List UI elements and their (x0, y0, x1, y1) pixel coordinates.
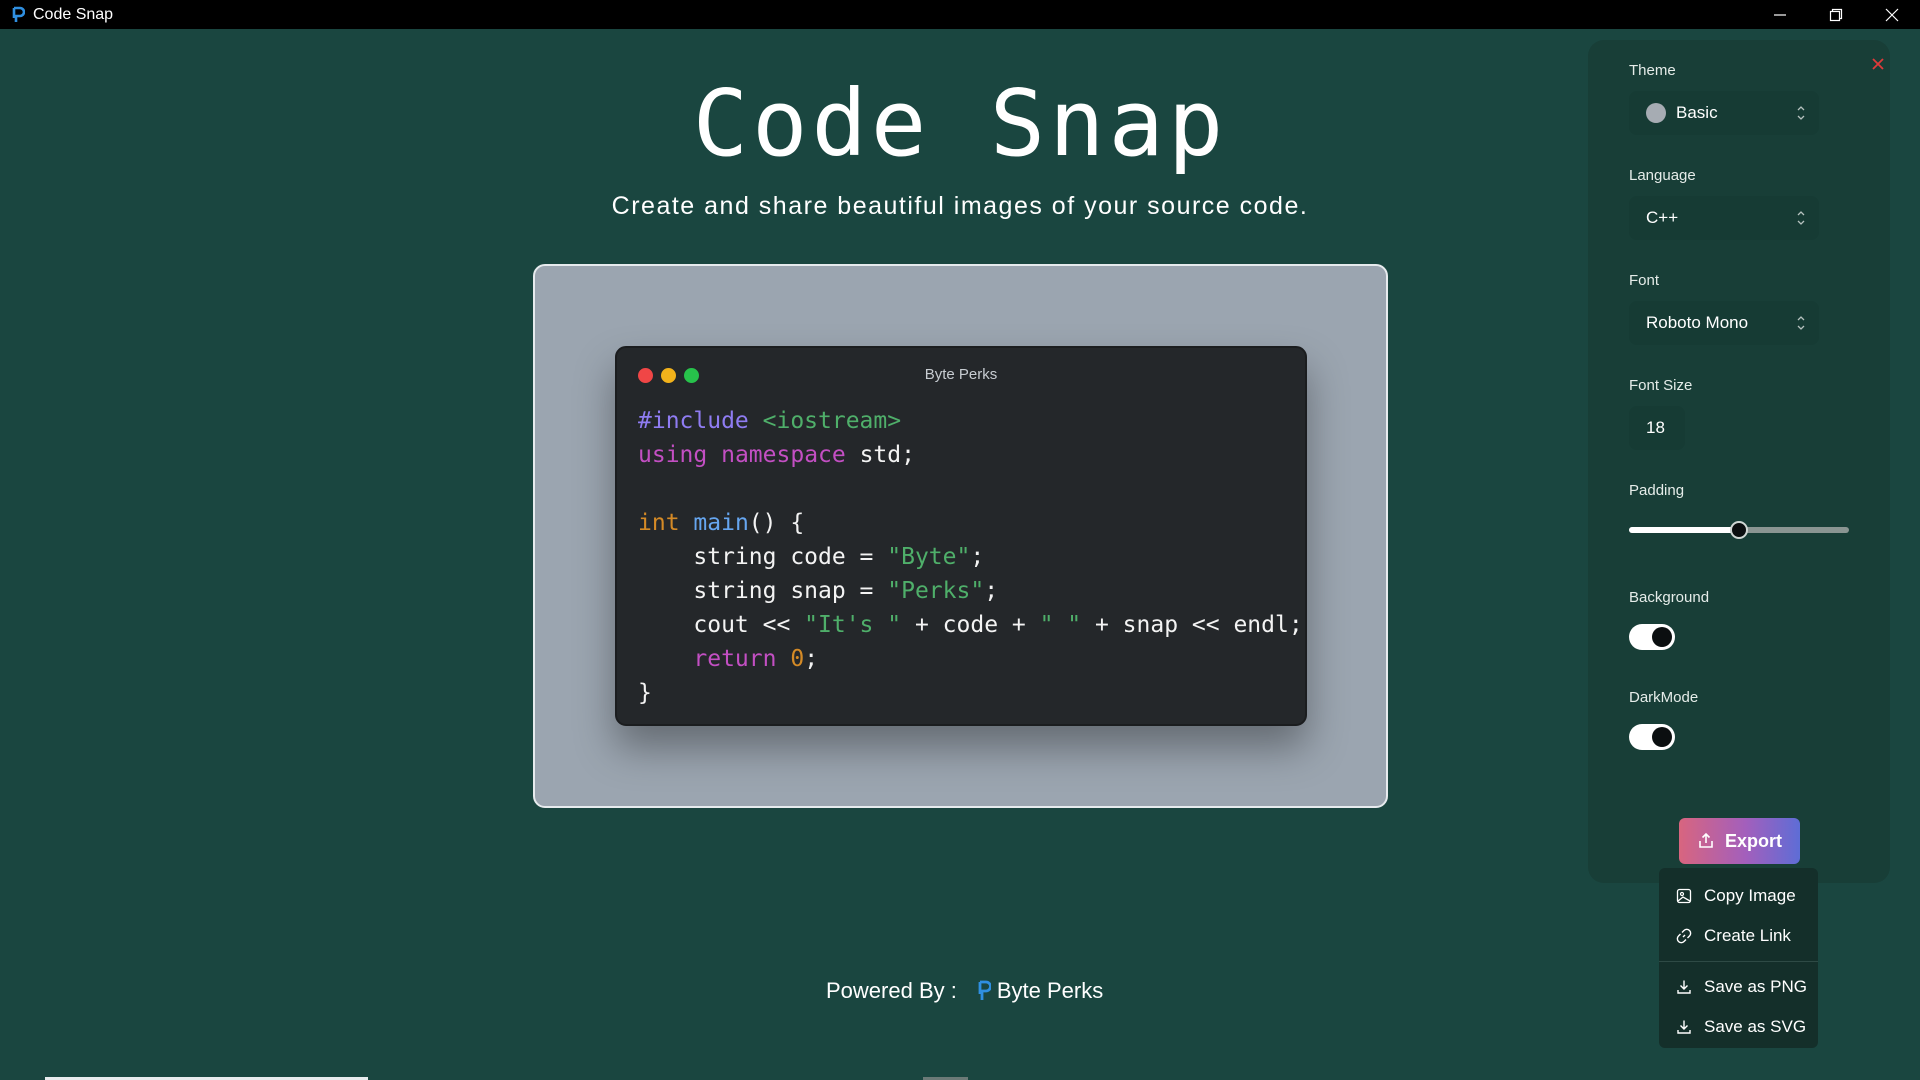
menu-item-label: Create Link (1704, 926, 1791, 945)
preview-canvas: Byte Perks #include <iostream> using name… (533, 264, 1388, 808)
menu-item-save-png[interactable]: Save as PNG (1659, 967, 1818, 1007)
image-icon (1676, 888, 1692, 904)
font-select[interactable]: Roboto Mono (1629, 301, 1819, 345)
restore-icon (1829, 8, 1843, 21)
menu-item-label: Save as PNG (1704, 977, 1807, 996)
code-line: string snap = "Perks"; (638, 574, 1303, 608)
export-label: Export (1724, 830, 1782, 851)
byte-perks-logo-icon (975, 979, 993, 1003)
code-token: " " (1039, 612, 1082, 638)
menu-item-label: Copy Image (1704, 886, 1796, 905)
background-label: Background (1629, 589, 1710, 606)
code-token: std; (845, 442, 915, 468)
language-select[interactable]: C++ (1629, 196, 1819, 240)
code-line: using namespace std; (638, 438, 1303, 472)
language-label: Language (1629, 167, 1696, 184)
code-token: namespace (721, 442, 846, 468)
select-chevron-icon (1797, 211, 1805, 225)
menu-item-create-link[interactable]: Create Link (1659, 916, 1818, 956)
code-token: string snap = (638, 578, 888, 604)
title-bar: Code Snap (0, 0, 1920, 29)
close-icon (1872, 58, 1884, 70)
close-window-button[interactable] (1864, 0, 1920, 29)
code-window-title[interactable]: Byte Perks (617, 366, 1305, 383)
select-chevron-icon (1797, 106, 1805, 120)
code-token: cout << (638, 612, 805, 638)
darkmode-toggle[interactable] (1629, 724, 1675, 750)
menu-item-copy-image[interactable]: Copy Image (1659, 876, 1818, 916)
darkmode-label: DarkMode (1629, 689, 1699, 706)
code-token: ; (804, 646, 819, 672)
padding-slider[interactable] (1629, 521, 1849, 539)
code-token: "Byte" (887, 544, 971, 570)
toggle-knob (1652, 627, 1672, 647)
code-token: "Perks" (887, 578, 985, 604)
code-token: + code + (901, 612, 1040, 638)
code-token: <iostream> (748, 408, 902, 434)
download-icon (1676, 1019, 1692, 1035)
settings-panel: Theme Basic Language C++ Font Roboto Mon… (1588, 40, 1890, 883)
code-token: } (638, 680, 652, 706)
theme-value: Basic (1676, 103, 1718, 122)
minimize-icon (1774, 13, 1786, 16)
font-label: Font (1629, 272, 1660, 289)
link-icon (1676, 928, 1692, 944)
font-size-input[interactable]: 18 (1629, 406, 1685, 450)
code-token: ; (984, 578, 999, 604)
menu-item-save-svg[interactable]: Save as SVG (1659, 1007, 1818, 1047)
code-token: 0 (790, 646, 805, 672)
theme-swatch (1646, 103, 1666, 123)
window-title: Code Snap (33, 5, 114, 23)
code-line: return 0; (638, 642, 1303, 676)
code-token: "It's " (804, 612, 902, 638)
code-token: + snap << endl; (1081, 612, 1303, 638)
powered-by: Powered By : Byte Perks (826, 978, 1103, 1004)
code-line: string code = "Byte"; (638, 540, 1303, 574)
code-window: Byte Perks #include <iostream> using name… (615, 346, 1307, 726)
code-token: using (638, 442, 708, 468)
share-icon (1697, 832, 1715, 850)
download-icon (1676, 979, 1692, 995)
code-line: cout << "It's " + code + " " + snap << e… (638, 608, 1303, 642)
theme-label: Theme (1629, 62, 1676, 79)
padding-slider-handle[interactable] (1730, 521, 1748, 539)
select-chevron-icon (1797, 316, 1805, 330)
font-value: Roboto Mono (1646, 313, 1749, 332)
code-token: #include (638, 408, 749, 434)
minimize-button[interactable] (1752, 0, 1808, 29)
menu-item-label: Save as SVG (1704, 1017, 1807, 1036)
padding-slider-fill (1629, 527, 1739, 533)
code-editor[interactable]: #include <iostream> using namespace std; … (638, 404, 1303, 710)
code-token: ; (970, 544, 985, 570)
theme-select[interactable]: Basic (1629, 91, 1819, 135)
menu-divider (1659, 961, 1818, 962)
powered-by-brand[interactable]: Byte Perks (997, 978, 1103, 1004)
code-line: #include <iostream> (638, 404, 1303, 438)
export-menu: Copy Image Create Link Save as PNG Save … (1659, 868, 1818, 1048)
padding-label: Padding (1629, 482, 1685, 499)
language-value: C++ (1646, 208, 1679, 227)
background-toggle[interactable] (1629, 624, 1675, 650)
code-token: main (693, 510, 749, 536)
powered-by-label: Powered By : (826, 978, 957, 1003)
code-token: () { (748, 510, 805, 536)
code-line: } (638, 676, 1303, 710)
code-token: return (693, 646, 777, 672)
code-token: string code = (638, 544, 888, 570)
code-token: int (638, 510, 680, 536)
code-line: int main() { (638, 506, 1303, 540)
close-icon (1885, 8, 1899, 21)
restore-button[interactable] (1808, 0, 1864, 29)
export-button[interactable]: Export (1679, 818, 1800, 864)
panel-close-button[interactable] (1868, 54, 1888, 74)
toggle-knob (1652, 727, 1672, 747)
app-logo-icon (9, 6, 27, 24)
font-size-label: Font Size (1629, 377, 1693, 394)
